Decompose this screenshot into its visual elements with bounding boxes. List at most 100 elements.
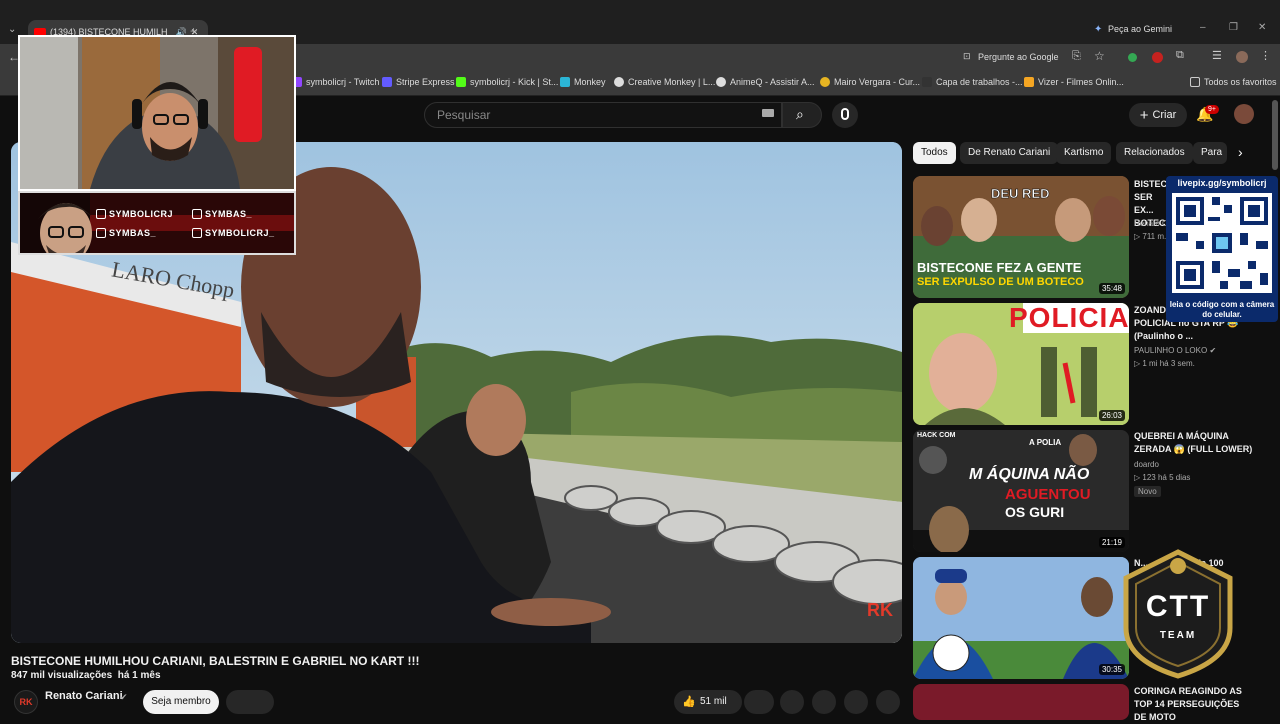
tab-search-list-icon[interactable]: ☰ (1212, 49, 1222, 62)
create-button[interactable]: + Criar (1129, 103, 1187, 127)
join-membership-button[interactable]: Seja membro (143, 690, 219, 714)
user-avatar[interactable] (1234, 104, 1254, 124)
social-twitch: SYMBOLICRJ (96, 209, 173, 219)
video-title: BISTECONE HUMILHOU CARIANI, BALESTRIN E … (11, 654, 420, 668)
recommendation-thumbnail-2[interactable]: POLICIA 26:03 (913, 303, 1129, 425)
livepix-qr-overlay: livepix.gg/symbolicrj leia o código com … (1166, 176, 1278, 322)
chip-relacionados[interactable]: Relacionados (1116, 142, 1193, 164)
chips-next-chevron-icon[interactable]: › (1238, 144, 1243, 160)
keyboard-icon[interactable] (762, 109, 774, 117)
extension-red-icon[interactable] (1152, 52, 1163, 63)
extension-green-icon[interactable] (1128, 53, 1137, 62)
qr-pattern (1172, 193, 1272, 293)
monkey-icon (560, 77, 570, 87)
bookmark-creative-monkey[interactable]: Creative Monkey | L... (614, 77, 715, 87)
gemini-button[interactable]: Peça ao Gemini (1108, 24, 1172, 34)
recommendation-channel-3[interactable]: doardo (1134, 460, 1159, 469)
bookmark-mairo[interactable]: Mairo Vergara - Cur... (820, 77, 920, 87)
bookmark-monkey[interactable]: Monkey (560, 77, 606, 87)
chip-para[interactable]: Para (1193, 142, 1227, 164)
plus-icon: + (1139, 106, 1149, 124)
recommendation-meta-3: ▷ 123 há 5 dias (1134, 473, 1191, 482)
chip-kartismo[interactable]: Kartismo (1056, 142, 1112, 164)
dislike-button[interactable] (744, 690, 774, 714)
bookmark-vizer[interactable]: Vizer - Filmes Onlin... (1024, 77, 1124, 87)
capa-icon (922, 77, 932, 87)
thumbnail-text-line1: BISTECONE FEZ A GENTE (917, 260, 1082, 275)
social-instagram: SYMBOLICRJ_ (192, 228, 275, 238)
recommendation-channel-2[interactable]: PAULINHO O LOKO ✔ (1134, 346, 1216, 355)
svg-text:RK: RK (867, 600, 893, 620)
globe-icon (614, 77, 624, 87)
bookmark-animeq[interactable]: AnimeQ - Assistir A... (716, 77, 815, 87)
qr-title: livepix.gg/symbolicrj (1177, 178, 1267, 188)
bookmark-stripe[interactable]: Stripe Express (382, 77, 455, 87)
gemini-icon: ✦ (1094, 24, 1103, 35)
avatar-illustration (38, 193, 294, 253)
close-window-icon[interactable]: ✕ (1258, 22, 1266, 33)
instagram-icon (192, 228, 202, 238)
webcam-frame (20, 37, 294, 189)
search-input[interactable]: Pesquisar (424, 102, 782, 128)
chip-todos[interactable]: Todos (913, 142, 956, 164)
channel-name[interactable]: Renato Cariani (45, 690, 123, 702)
kick-icon (456, 77, 466, 87)
extensions-puzzle-icon[interactable]: ⧉ (1176, 49, 1184, 62)
mairo-icon (820, 77, 830, 87)
mic-icon (841, 108, 849, 120)
clip-button[interactable] (812, 690, 836, 714)
thumbnail-text-line2: AGUENTOU (1005, 486, 1091, 503)
bookmark-star-icon[interactable]: ☆ (1094, 49, 1105, 63)
recommendation-thumbnail-4[interactable]: 30:35 (913, 557, 1129, 679)
thumbnail-art (913, 557, 1129, 679)
channel-avatar[interactable]: RK (14, 690, 38, 714)
recommendation-title-3[interactable]: QUEBREI A MÁQUINA ZERADA 😱 (FULL LOWER) (1134, 430, 1254, 456)
recommendation-title-5[interactable]: CORINGA REAGINDO AS TOP 14 PERSEGUIÇÕES … (1134, 685, 1254, 724)
all-bookmarks-folder[interactable]: Todos os favoritos (1190, 77, 1277, 87)
webcam-overlay (18, 35, 296, 191)
social-handles-overlay: SYMBOLICRJ SYMBAS_ SYMBAS_ SYMBOLICRJ_ (18, 191, 296, 255)
profile-icon[interactable] (1236, 51, 1248, 63)
create-label: Criar (1152, 109, 1177, 121)
bookmark-twitch[interactable]: symbolicrj - Twitch (292, 77, 379, 87)
social-tiktok: SYMBAS_ (192, 209, 252, 219)
minimize-icon[interactable]: – (1200, 22, 1206, 33)
voice-search-button[interactable] (832, 102, 858, 128)
thumbs-up-icon: 👍 (682, 696, 696, 708)
more-actions-button[interactable] (876, 690, 900, 714)
ask-google-button[interactable]: Pergunte ao Google (978, 52, 1059, 62)
save-button[interactable] (844, 690, 868, 714)
new-badge: Novo (1134, 486, 1161, 497)
folder-icon (1190, 77, 1200, 87)
share-button[interactable] (780, 690, 804, 714)
recommendation-thumbnail-1[interactable]: DEU RED BISTECONE FEZ A GENTE SER EXPULS… (913, 176, 1129, 298)
install-icon[interactable]: ⎘ (1072, 50, 1081, 63)
subscribe-bell-button[interactable] (226, 690, 274, 714)
thumbnail-text-line3: OS GURI (1005, 504, 1065, 520)
search-button[interactable]: ⌕ (782, 102, 822, 128)
view-count: 847 mil visualizações (11, 670, 113, 681)
restore-icon[interactable]: ❐ (1229, 22, 1238, 33)
thumbnail-text-top: DEU RED (991, 186, 1050, 202)
page-scrollbar[interactable] (1272, 100, 1278, 170)
video-duration: 26:03 (1098, 410, 1125, 421)
google-lens-icon[interactable]: ⊡ (963, 51, 971, 62)
chip-renato-cariani[interactable]: De Renato Cariani (960, 142, 1059, 164)
vizer-icon (1024, 77, 1034, 87)
qr-code (1172, 193, 1272, 293)
twitch-icon (96, 209, 106, 219)
video-stats: 847 mil visualizações há 1 mês (11, 670, 161, 681)
upload-age: há 1 mês (117, 670, 161, 681)
thumbnail-text-hack: HACK COM (917, 432, 956, 439)
like-button[interactable]: 👍 51 mil (674, 690, 742, 714)
tab-search-icon[interactable]: ⌄ (8, 24, 16, 35)
recommendation-thumbnail-3[interactable]: HACK COM A POLIA M ÁQUINA NÃO AGUENTOU O… (913, 430, 1129, 552)
ctt-logo-title: CTT (1145, 590, 1211, 623)
recommendation-thumbnail-5[interactable] (913, 684, 1129, 720)
thumbnail-text: POLICIA (1009, 303, 1129, 333)
bookmark-kick[interactable]: symbolicrj - Kick | St... (456, 77, 558, 87)
stripe-icon (382, 77, 392, 87)
tiktok-icon (192, 209, 202, 219)
menu-kebab-icon[interactable]: ⋮ (1260, 49, 1271, 62)
bookmark-capa[interactable]: Capa de trabalhos -... (922, 77, 1023, 87)
